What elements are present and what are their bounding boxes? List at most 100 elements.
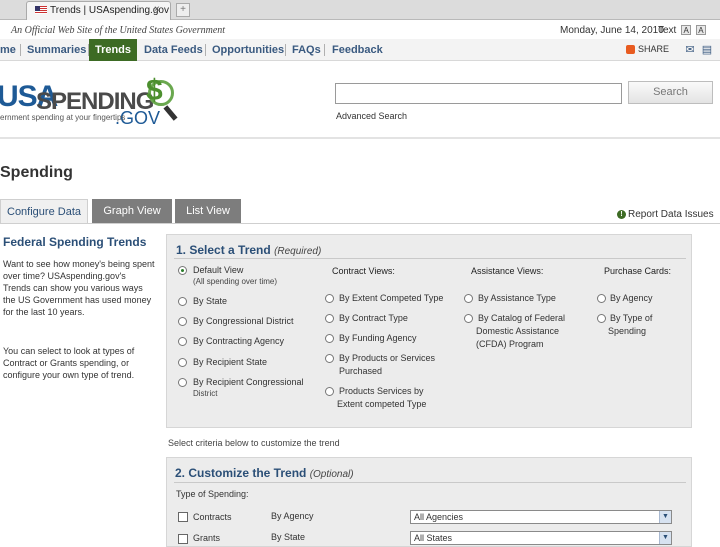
share-icon xyxy=(626,45,635,55)
radio-button[interactable] xyxy=(325,294,334,303)
nav-divider xyxy=(324,44,325,56)
option-sublabel: (CFDA) Program xyxy=(476,339,544,349)
customize-trend-heading: 2. Customize the Trend xyxy=(175,466,307,480)
magnifier-handle-icon xyxy=(163,105,178,121)
logo-dollar-sign: $ xyxy=(146,74,163,107)
radio-button[interactable] xyxy=(178,266,187,275)
option-label: By State xyxy=(193,296,228,306)
browser-tab-strip: Trends | USAspending.gov × + xyxy=(0,0,720,20)
option-label: By Contract Type xyxy=(339,313,408,323)
print-icon[interactable]: ▤ xyxy=(701,44,713,56)
radio-button[interactable] xyxy=(178,378,187,387)
option-label: By Extent Competed Type xyxy=(339,293,444,303)
agency-select-value: All Agencies xyxy=(414,512,464,522)
nav-home[interactable]: me xyxy=(0,39,20,61)
tab-divider xyxy=(0,223,720,224)
radio-button[interactable] xyxy=(178,358,187,367)
option-label: By Agency xyxy=(610,293,653,303)
intro-paragraph: You can select to look at types of Contr… xyxy=(3,346,135,380)
criteria-note: Select criteria below to customize the t… xyxy=(168,438,340,448)
optional-note: (Optional) xyxy=(309,469,354,480)
radio-button[interactable] xyxy=(464,314,473,323)
email-icon[interactable]: ✉ xyxy=(684,44,696,56)
option-label: By Contracting Agency xyxy=(193,336,285,346)
type-of-spending-label: Type of Spending: xyxy=(176,489,249,499)
text-size-large-button[interactable]: A xyxy=(695,25,706,36)
browser-tab-title: Trends | USAspending.gov xyxy=(50,5,169,16)
header-divider xyxy=(0,137,720,139)
text-size-small-button[interactable]: A xyxy=(681,25,692,36)
select-trend-heading: 1. Select a Trend xyxy=(176,243,271,257)
report-data-issues-link[interactable]: ! Report Data Issues xyxy=(617,209,714,220)
state-select-value: All States xyxy=(414,533,453,543)
radio-button[interactable] xyxy=(325,314,334,323)
main-nav: me Summaries Trends Data Feeds Opportuni… xyxy=(0,39,720,61)
tab-graph-view[interactable]: Graph View xyxy=(92,199,172,224)
option-label: By Assistance Type xyxy=(478,293,556,303)
option-label: By Products or Services xyxy=(339,353,436,363)
browser-tab[interactable]: Trends | USAspending.gov xyxy=(26,1,171,20)
panel-divider xyxy=(174,258,686,259)
logo-tagline: ernment spending at your fingertips xyxy=(0,113,126,122)
flag-icon xyxy=(35,6,47,15)
tab-list-view[interactable]: List View xyxy=(175,199,241,224)
agency-select[interactable]: All Agencies ▼ xyxy=(410,510,672,524)
option-label: Products Services by xyxy=(339,386,424,396)
option-sublabel: Domestic Assistance xyxy=(476,326,560,336)
search-input[interactable] xyxy=(335,83,622,104)
radio-button[interactable] xyxy=(178,297,187,306)
select-trend-title: 1. Select a Trend (Required) xyxy=(176,243,321,257)
text-size-control: Text A A xyxy=(658,25,706,36)
option-sublabel: Spending xyxy=(608,326,647,336)
nav-feedback[interactable]: Feedback xyxy=(328,39,387,61)
radio-button[interactable] xyxy=(597,294,606,303)
radio-button[interactable] xyxy=(178,317,187,326)
option-sublabel: District xyxy=(193,389,218,398)
share-button[interactable]: SHARE xyxy=(626,44,669,55)
option-label: Default View xyxy=(193,265,244,275)
option-label: By Recipient Congressional xyxy=(193,377,304,387)
advanced-search-link[interactable]: Advanced Search xyxy=(336,111,407,121)
contract-views-heading: Contract Views: xyxy=(332,266,395,276)
grants-checkbox[interactable] xyxy=(178,534,188,544)
contracts-checkbox[interactable] xyxy=(178,512,188,522)
radio-button[interactable] xyxy=(178,337,187,346)
option-label: By Catalog of Federal xyxy=(478,313,566,323)
option-label: By Type of xyxy=(610,313,653,323)
radio-button[interactable] xyxy=(325,354,334,363)
grants-label: Grants xyxy=(193,533,221,543)
report-data-issues-label: Report Data Issues xyxy=(628,209,714,220)
panel-divider xyxy=(174,482,686,483)
by-agency-label: By Agency xyxy=(271,511,314,521)
option-sublabel: (All spending over time) xyxy=(193,277,278,286)
tab-configure-data[interactable]: Configure Data xyxy=(0,199,88,224)
nav-trends[interactable]: Trends xyxy=(89,39,137,61)
current-date: Monday, June 14, 2010 xyxy=(560,25,664,36)
nav-faqs[interactable]: FAQs xyxy=(288,39,325,61)
nav-data-feeds[interactable]: Data Feeds xyxy=(140,39,207,61)
by-state-label: By State xyxy=(271,532,306,542)
option-label: By Funding Agency xyxy=(339,333,417,343)
new-tab-button[interactable]: + xyxy=(176,3,190,17)
nav-summaries[interactable]: Summaries xyxy=(23,39,90,61)
nav-divider xyxy=(205,44,206,56)
text-size-label: Text xyxy=(658,25,677,36)
nav-divider xyxy=(20,44,21,56)
option-sublabel: Purchased xyxy=(339,366,383,376)
assistance-views-heading: Assistance Views: xyxy=(471,266,544,276)
radio-button[interactable] xyxy=(464,294,473,303)
intro-paragraph: Want to see how money's being spent over… xyxy=(3,259,155,317)
nav-opportunities[interactable]: Opportunities xyxy=(208,39,288,61)
nav-divider xyxy=(285,44,286,56)
radio-button[interactable] xyxy=(325,387,334,396)
contracts-label: Contracts xyxy=(193,512,232,522)
option-sublabel: Extent competed Type xyxy=(337,399,427,409)
radio-button[interactable] xyxy=(597,314,606,323)
search-button[interactable]: Search xyxy=(628,81,713,104)
chevron-down-icon[interactable]: ▼ xyxy=(659,511,671,523)
state-select[interactable]: All States ▼ xyxy=(410,531,672,545)
close-tab-icon[interactable]: × xyxy=(154,4,160,15)
usaspending-logo[interactable]: USA SPENDING .GOV $ xyxy=(0,74,190,130)
chevron-down-icon[interactable]: ▼ xyxy=(659,532,671,544)
radio-button[interactable] xyxy=(325,334,334,343)
